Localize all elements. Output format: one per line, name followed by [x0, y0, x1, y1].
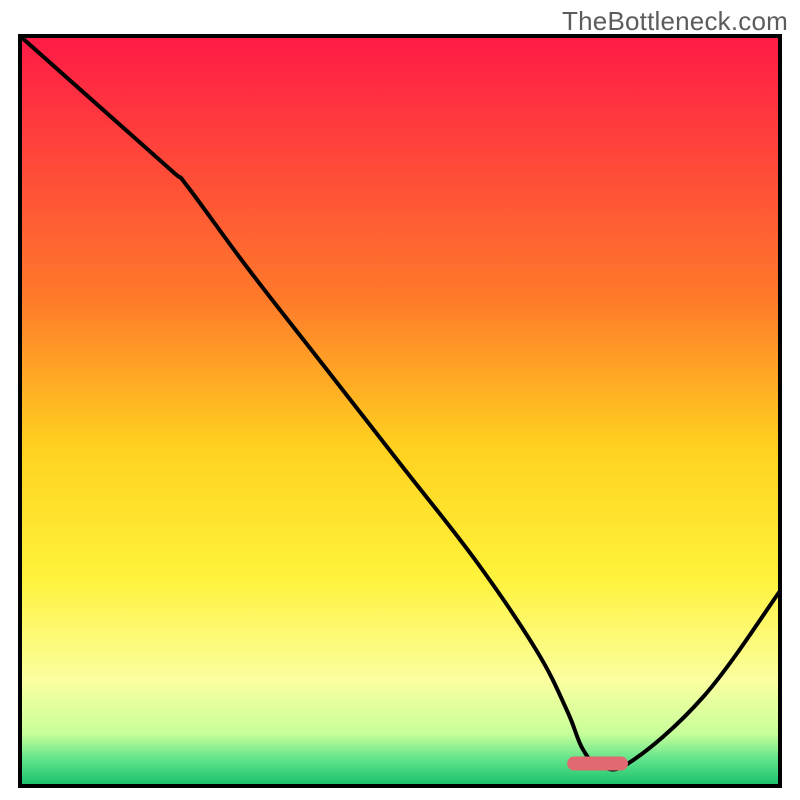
gradient-background: [20, 36, 780, 786]
watermark-text: TheBottleneck.com: [562, 6, 788, 37]
bottleneck-chart: [0, 0, 800, 800]
optimal-zone-marker: [567, 757, 628, 771]
chart-container: TheBottleneck.com: [0, 0, 800, 800]
